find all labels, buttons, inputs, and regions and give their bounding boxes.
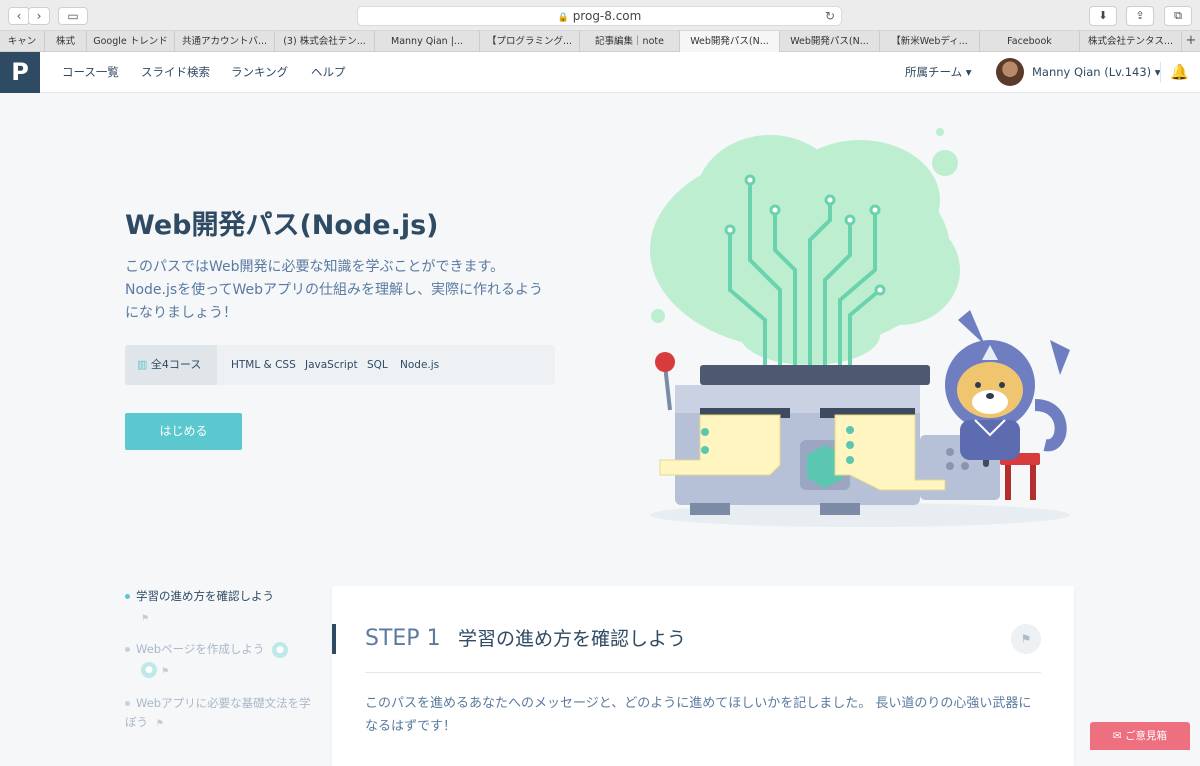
- bullet-dot: [125, 594, 130, 599]
- step-accent-bar: [332, 624, 336, 654]
- browser-tab[interactable]: 記事編集｜note: [580, 31, 680, 52]
- browser-toolbar: ‹ › ▭ 🔒 prog-8.com ↻ ⬇ ⇪ ⧉: [0, 0, 1200, 31]
- browser-tab[interactable]: Web開発パス(N...: [780, 31, 880, 52]
- books-icon: ▥: [137, 358, 148, 371]
- course-tag[interactable]: HTML & CSS: [231, 345, 296, 385]
- start-button[interactable]: はじめる: [125, 413, 242, 450]
- step-description: このパスを進めるあなたへのメッセージと、どのように進めてほしいかを記しました。 …: [365, 696, 1032, 734]
- browser-tab-active[interactable]: Web開発パス(N...: [680, 31, 780, 52]
- sidebar-step-label: 学習の進め方を確認しよう: [136, 589, 274, 603]
- lever-knob: [655, 352, 675, 372]
- machine-top: [700, 365, 930, 385]
- hero-description: このパスではWeb開発に必要な知識を学ぶことができます。 Node.jsを使って…: [125, 259, 543, 321]
- back-button[interactable]: ‹: [8, 7, 30, 25]
- browser-tab[interactable]: Google トレンド: [87, 31, 175, 52]
- hero-illustration: [650, 128, 1070, 527]
- sidebar-step-label: Webページを作成しよう: [136, 642, 265, 656]
- course-count-badge: ▥ 全4コース: [125, 345, 217, 385]
- flag-icon: ⚑: [161, 666, 170, 677]
- browser-tab[interactable]: 【プログラミング...: [480, 31, 580, 52]
- browser-tab[interactable]: 株式会社テンタス...: [1080, 31, 1182, 52]
- browser-tab[interactable]: キャン: [0, 31, 45, 52]
- sidebar-step-2[interactable]: Webページを作成しよう ●: [125, 641, 288, 658]
- nav-slide-search[interactable]: スライド検索: [141, 52, 210, 93]
- address-bar[interactable]: 🔒 prog-8.com ↻: [357, 6, 842, 26]
- team-dropdown[interactable]: 所属チーム ▾: [905, 52, 972, 93]
- lock-icon: 🔒: [557, 13, 569, 23]
- course-list: ▥ 全4コース HTML & CSS JavaScript SQL Node.j…: [125, 345, 555, 385]
- course-tag[interactable]: Node.js: [400, 345, 439, 385]
- course-count-label: 全4コース: [150, 358, 202, 371]
- browser-tab[interactable]: 共通アカウントバ...: [175, 31, 275, 52]
- course-tag[interactable]: JavaScript: [305, 345, 358, 385]
- avatar[interactable]: [996, 58, 1024, 86]
- browser-tab[interactable]: Facebook: [980, 31, 1080, 52]
- chat-icon: ●: [272, 641, 288, 658]
- bullet-dot: [125, 647, 130, 652]
- nav-course-list[interactable]: コース一覧: [62, 52, 119, 93]
- download-icon[interactable]: ⬇: [1089, 6, 1117, 26]
- progate-logo[interactable]: P: [0, 52, 40, 93]
- divider: [365, 672, 1041, 673]
- sidebar-step-3[interactable]: Webアプリに必要な基礎文法を学ぼう ⚑: [125, 694, 320, 734]
- divider: [1160, 62, 1161, 83]
- sidebar-toggle-icon[interactable]: ▭: [58, 7, 88, 25]
- new-tab-button[interactable]: +: [1182, 31, 1200, 51]
- share-icon[interactable]: ⇪: [1126, 6, 1154, 26]
- url-text: prog-8.com: [572, 9, 642, 23]
- step-number: STEP 1: [365, 626, 441, 651]
- course-tag[interactable]: SQL: [367, 345, 388, 385]
- tab-bar: キャン 株式 Google トレンド 共通アカウントバ... (3) 株式会社テ…: [0, 31, 1200, 52]
- forward-button[interactable]: ›: [28, 7, 50, 25]
- flag-icon: ⚑: [141, 614, 150, 624]
- browser-tab[interactable]: 株式: [45, 31, 87, 52]
- sidebar-step-1[interactable]: 学習の進め方を確認しよう: [125, 588, 274, 604]
- ninja-cat: [945, 310, 1070, 460]
- site-header: P コース一覧 スライド検索 ランキング ヘルプ 所属チーム ▾ Manny Q…: [0, 52, 1200, 93]
- tabs-overview-icon[interactable]: ⧉: [1164, 6, 1192, 26]
- flag-icon: ⚑: [155, 719, 164, 729]
- browser-tab[interactable]: 【新米Webディ...: [880, 31, 980, 52]
- reload-icon[interactable]: ↻: [825, 7, 835, 25]
- nav-help[interactable]: ヘルプ: [311, 52, 346, 93]
- step-card: STEP 1 学習の進め方を確認しよう ⚑ このパスを進めるあなたへのメッセージ…: [332, 586, 1074, 766]
- tree-cloud: [650, 128, 960, 365]
- step-title: 学習の進め方を確認しよう: [458, 628, 687, 650]
- bullet-dot: [125, 701, 130, 706]
- bell-icon[interactable]: 🔔: [1170, 52, 1189, 93]
- feedback-button[interactable]: ✉ ご意見箱: [1090, 722, 1190, 750]
- chat-icon: ●: [141, 662, 157, 678]
- page-title: Web開発パス(Node.js): [125, 210, 439, 241]
- sidebar-step-label: Webアプリに必要な基礎文法を学ぼう: [125, 696, 311, 729]
- nav-ranking[interactable]: ランキング: [231, 52, 288, 93]
- flag-icon[interactable]: ⚑: [1011, 624, 1041, 654]
- user-menu[interactable]: Manny Qian (Lv.143) ▾: [1032, 52, 1161, 93]
- step-icons: ● ⚑: [141, 662, 169, 678]
- browser-tab[interactable]: Manny Qian |...: [375, 31, 480, 52]
- browser-tab[interactable]: (3) 株式会社テン...: [275, 31, 375, 52]
